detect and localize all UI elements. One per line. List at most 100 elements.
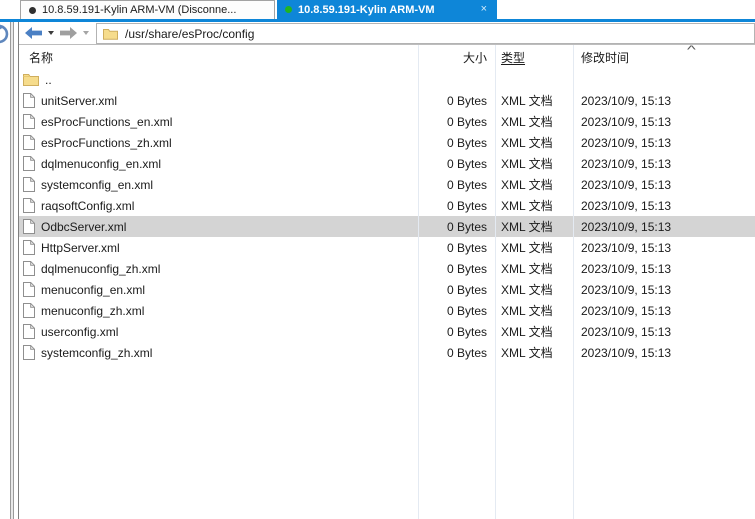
file-row[interactable]: OdbcServer.xml 0 Bytes XML 文档 2023/10/9,… bbox=[19, 216, 755, 237]
column-header-name[interactable]: 名称 bbox=[19, 49, 418, 66]
tab-session-disconnected[interactable]: 10.8.59.191-Kylin ARM-VM (Disconne... bbox=[20, 0, 275, 19]
file-size: 0 Bytes bbox=[446, 198, 487, 213]
file-size: 0 Bytes bbox=[446, 114, 487, 129]
file-icon bbox=[23, 261, 35, 276]
file-mtime: 2023/10/9, 15:13 bbox=[581, 261, 672, 276]
path-input[interactable]: /usr/share/esProc/config bbox=[96, 23, 755, 44]
file-icon bbox=[23, 240, 35, 255]
file-row[interactable]: menuconfig_zh.xml 0 Bytes XML 文档 2023/10… bbox=[19, 300, 755, 321]
file-size: 0 Bytes bbox=[446, 93, 487, 108]
file-type: XML 文档 bbox=[501, 283, 553, 297]
refresh-icon[interactable] bbox=[0, 24, 9, 44]
tab-bar: 10.8.59.191-Kylin ARM-VM (Disconne... 10… bbox=[0, 0, 755, 19]
file-type: XML 文档 bbox=[501, 220, 553, 234]
file-name: unitServer.xml bbox=[41, 93, 118, 108]
file-size: 0 Bytes bbox=[446, 303, 487, 318]
panel-splitter[interactable] bbox=[10, 22, 14, 519]
file-row[interactable]: dqlmenuconfig_zh.xml 0 Bytes XML 文档 2023… bbox=[19, 258, 755, 279]
file-row[interactable]: raqsoftConfig.xml 0 Bytes XML 文档 2023/10… bbox=[19, 195, 755, 216]
file-type: XML 文档 bbox=[501, 178, 553, 192]
file-type: XML 文档 bbox=[501, 136, 553, 150]
file-list: ^ 名称 大小 类型 修改时间 .. unitServer.xml 0 Byte… bbox=[19, 44, 755, 519]
file-name: .. bbox=[45, 72, 52, 87]
column-header-size[interactable]: 大小 bbox=[418, 49, 495, 66]
file-row[interactable]: userconfig.xml 0 Bytes XML 文档 2023/10/9,… bbox=[19, 321, 755, 342]
file-mtime: 2023/10/9, 15:13 bbox=[581, 324, 672, 339]
disconnected-dot-icon bbox=[29, 6, 36, 14]
file-icon bbox=[23, 303, 35, 318]
file-size: 0 Bytes bbox=[446, 345, 487, 360]
file-name: dqlmenuconfig_en.xml bbox=[41, 156, 162, 171]
back-history-caret-icon[interactable] bbox=[48, 31, 54, 35]
file-mtime: 2023/10/9, 15:13 bbox=[581, 282, 672, 297]
forward-arrow-icon bbox=[60, 27, 77, 39]
file-name: menuconfig_en.xml bbox=[41, 282, 146, 297]
file-type: XML 文档 bbox=[501, 94, 553, 108]
file-type: XML 文档 bbox=[501, 199, 553, 213]
file-name: OdbcServer.xml bbox=[41, 219, 127, 234]
file-type: XML 文档 bbox=[501, 115, 553, 129]
file-row[interactable]: dqlmenuconfig_en.xml 0 Bytes XML 文档 2023… bbox=[19, 153, 755, 174]
file-row[interactable]: menuconfig_en.xml 0 Bytes XML 文档 2023/10… bbox=[19, 279, 755, 300]
file-manager-window: 10.8.59.191-Kylin ARM-VM (Disconne... 10… bbox=[0, 0, 755, 519]
file-mtime: 2023/10/9, 15:13 bbox=[581, 156, 672, 171]
back-arrow-icon bbox=[25, 27, 42, 39]
file-type: XML 文档 bbox=[501, 262, 553, 276]
file-mtime: 2023/10/9, 15:13 bbox=[581, 240, 672, 255]
file-name: esProcFunctions_en.xml bbox=[41, 114, 173, 129]
folder-icon bbox=[103, 28, 118, 40]
file-icon bbox=[23, 156, 35, 171]
file-icon bbox=[23, 282, 35, 297]
column-header-type[interactable]: 类型 bbox=[495, 49, 573, 66]
file-mtime: 2023/10/9, 15:13 bbox=[581, 303, 672, 318]
navigation-toolbar: /usr/share/esProc/config bbox=[19, 22, 755, 45]
file-row[interactable]: HttpServer.xml 0 Bytes XML 文档 2023/10/9,… bbox=[19, 237, 755, 258]
tab-label: 10.8.59.191-Kylin ARM-VM (Disconne... bbox=[42, 4, 237, 16]
file-row[interactable]: systemconfig_en.xml 0 Bytes XML 文档 2023/… bbox=[19, 174, 755, 195]
file-mtime: 2023/10/9, 15:13 bbox=[581, 345, 672, 360]
file-icon bbox=[23, 135, 35, 150]
file-row[interactable]: esProcFunctions_zh.xml 0 Bytes XML 文档 20… bbox=[19, 132, 755, 153]
file-name: esProcFunctions_zh.xml bbox=[41, 135, 172, 150]
file-type: XML 文档 bbox=[501, 241, 553, 255]
tab-session-active[interactable]: 10.8.59.191-Kylin ARM-VM × bbox=[277, 0, 497, 19]
file-row[interactable]: .. bbox=[19, 69, 755, 90]
file-name: HttpServer.xml bbox=[41, 240, 120, 255]
file-icon bbox=[23, 93, 35, 108]
connected-dot-icon bbox=[285, 6, 292, 13]
back-button[interactable] bbox=[25, 27, 42, 39]
column-header-mtime[interactable]: 修改时间 bbox=[573, 49, 755, 66]
file-row[interactable]: esProcFunctions_en.xml 0 Bytes XML 文档 20… bbox=[19, 111, 755, 132]
file-size: 0 Bytes bbox=[446, 177, 487, 192]
file-icon bbox=[23, 324, 35, 339]
close-icon[interactable]: × bbox=[479, 4, 489, 15]
scroll-up-icon[interactable]: ^ bbox=[687, 44, 696, 56]
file-mtime: 2023/10/9, 15:13 bbox=[581, 177, 672, 192]
file-size: 0 Bytes bbox=[446, 240, 487, 255]
forward-button[interactable] bbox=[60, 27, 77, 39]
file-name: menuconfig_zh.xml bbox=[41, 303, 145, 318]
file-rows: .. unitServer.xml 0 Bytes XML 文档 2023/10… bbox=[19, 69, 755, 363]
file-icon bbox=[23, 219, 35, 234]
file-name: userconfig.xml bbox=[41, 324, 119, 339]
file-icon bbox=[23, 198, 35, 213]
file-mtime: 2023/10/9, 15:13 bbox=[581, 114, 672, 129]
file-type: XML 文档 bbox=[501, 346, 553, 360]
file-row[interactable]: unitServer.xml 0 Bytes XML 文档 2023/10/9,… bbox=[19, 90, 755, 111]
current-path: /usr/share/esProc/config bbox=[125, 26, 255, 41]
file-mtime: 2023/10/9, 15:13 bbox=[581, 135, 672, 150]
file-name: raqsoftConfig.xml bbox=[41, 198, 135, 213]
file-icon bbox=[23, 114, 35, 129]
file-mtime: 2023/10/9, 15:13 bbox=[581, 93, 672, 108]
forward-history-caret-icon[interactable] bbox=[83, 31, 89, 35]
file-size: 0 Bytes bbox=[446, 282, 487, 297]
file-size: 0 Bytes bbox=[446, 324, 487, 339]
file-size: 0 Bytes bbox=[446, 261, 487, 276]
file-mtime: 2023/10/9, 15:13 bbox=[581, 198, 672, 213]
file-size: 0 Bytes bbox=[446, 156, 487, 171]
file-name: systemconfig_en.xml bbox=[41, 177, 154, 192]
file-row[interactable]: systemconfig_zh.xml 0 Bytes XML 文档 2023/… bbox=[19, 342, 755, 363]
file-mtime: 2023/10/9, 15:13 bbox=[581, 219, 672, 234]
file-icon bbox=[23, 345, 35, 360]
file-type: XML 文档 bbox=[501, 157, 553, 171]
